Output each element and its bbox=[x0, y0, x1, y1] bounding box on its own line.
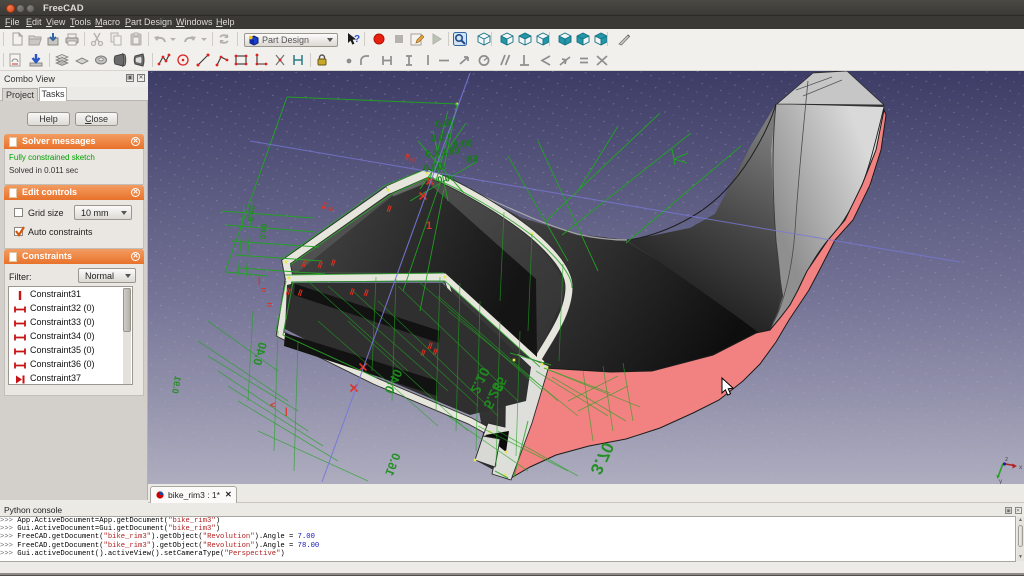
svg-text::88: :88 bbox=[463, 154, 479, 166]
svg-text:|: | bbox=[285, 406, 288, 416]
svg-text:=: = bbox=[261, 285, 266, 295]
svg-text:55: 55 bbox=[410, 158, 416, 164]
svg-text:?: ? bbox=[354, 34, 360, 45]
svg-text:=: = bbox=[267, 300, 272, 310]
svg-text:56: 56 bbox=[327, 207, 333, 213]
svg-text:1: 1 bbox=[426, 220, 432, 232]
svg-text:|: | bbox=[258, 275, 261, 285]
svg-text:z: z bbox=[1005, 456, 1008, 463]
svg-text:0.80: 0.80 bbox=[246, 205, 256, 222]
svg-text:<: < bbox=[270, 400, 275, 410]
svg-text:0.80: 0.80 bbox=[258, 223, 268, 240]
